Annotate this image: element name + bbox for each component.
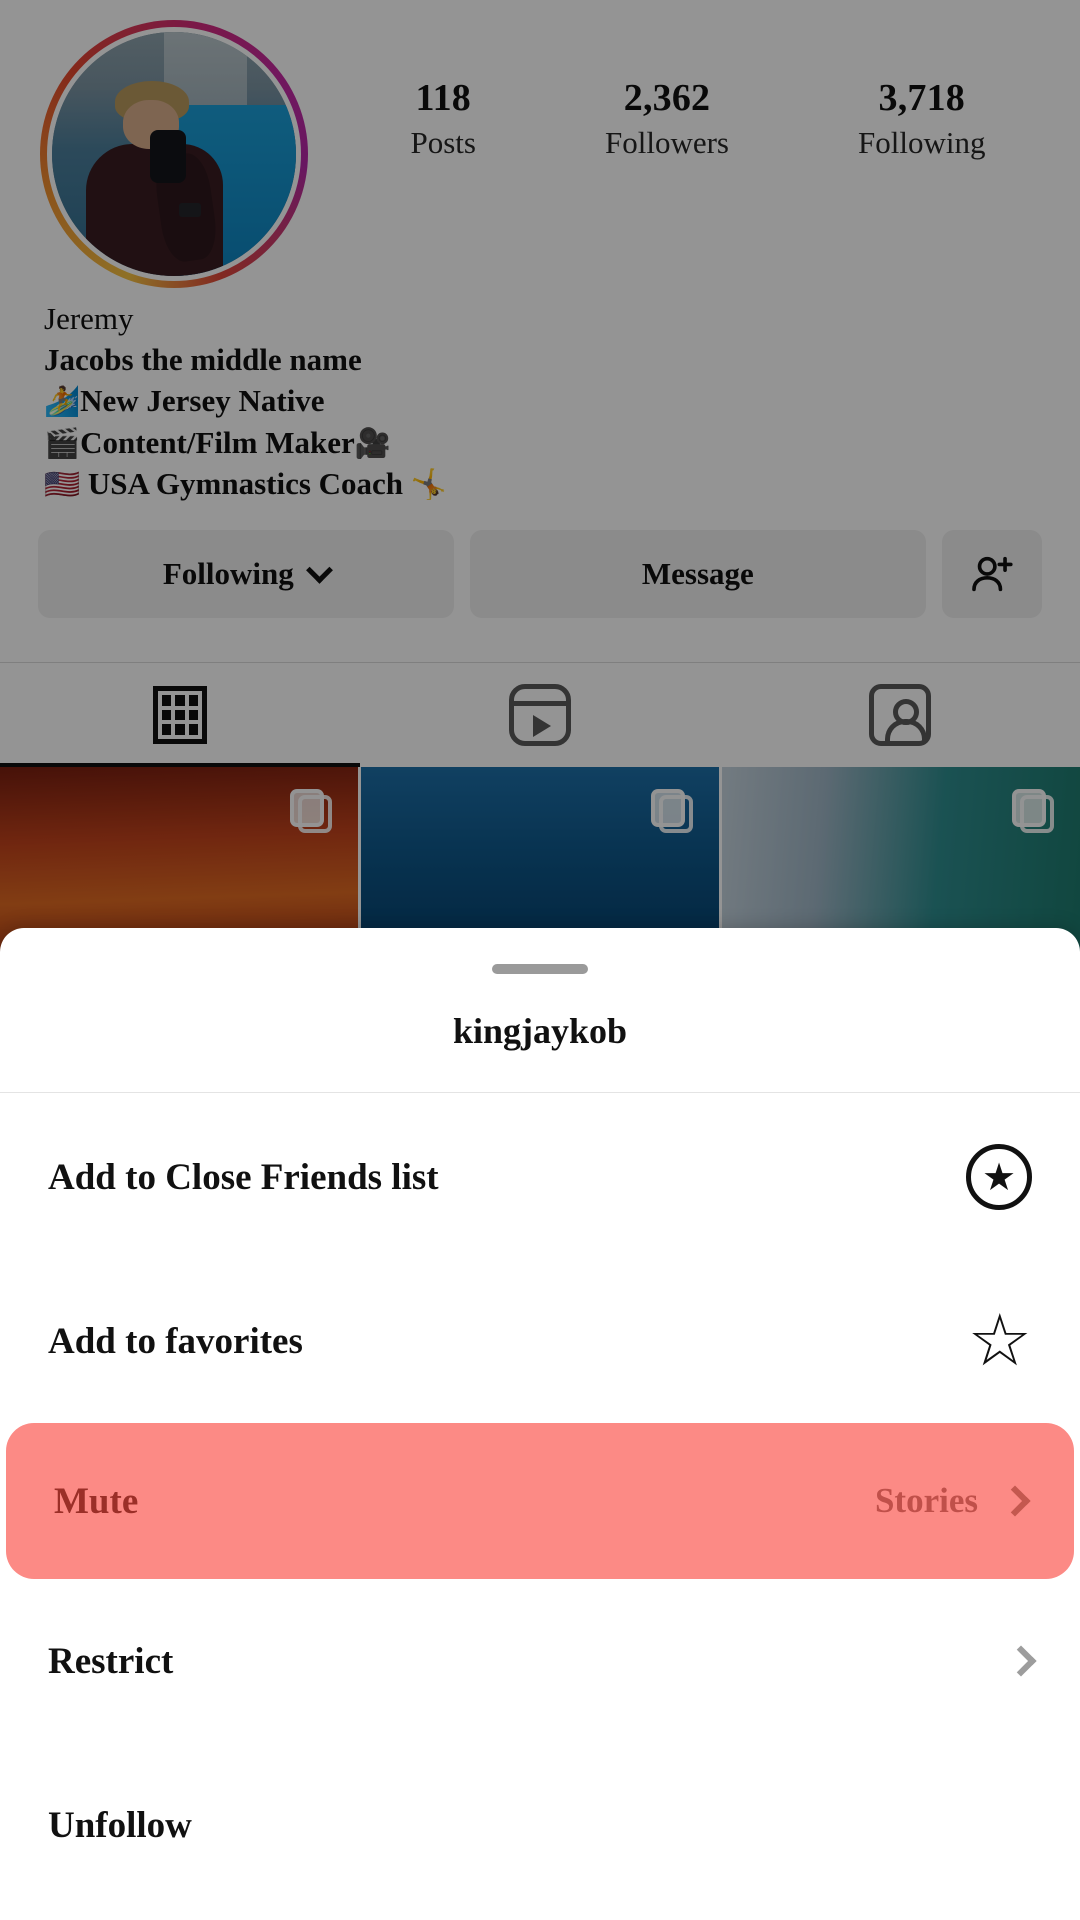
option-mute-label: Mute	[54, 1480, 139, 1522]
option-restrict-label: Restrict	[48, 1640, 174, 1682]
option-restrict[interactable]: Restrict	[0, 1579, 1080, 1743]
option-add-favorites[interactable]: Add to favorites ☆	[0, 1259, 1080, 1423]
sheet-options-list: Add to Close Friends list ★ Add to favor…	[0, 1093, 1080, 1907]
option-mute-value: Stories	[874, 1481, 978, 1520]
star-glyph: ★	[981, 1155, 1017, 1199]
drag-handle[interactable]	[492, 964, 588, 974]
favorites-star-icon: ☆	[967, 1298, 1032, 1383]
option-unfollow[interactable]: Unfollow	[0, 1743, 1080, 1907]
option-add-close-friends[interactable]: Add to Close Friends list ★	[0, 1095, 1080, 1259]
option-add-close-friends-label: Add to Close Friends list	[48, 1156, 439, 1198]
option-add-favorites-label: Add to favorites	[48, 1320, 303, 1362]
chevron-right-icon	[999, 1485, 1031, 1517]
close-friends-star-icon: ★	[966, 1144, 1032, 1210]
bottom-sheet: kingjaykob Add to Close Friends list ★ A…	[0, 928, 1080, 1920]
option-unfollow-label: Unfollow	[48, 1804, 192, 1846]
sheet-title: kingjaykob	[0, 1010, 1080, 1093]
option-mute[interactable]: Mute Stories	[6, 1423, 1074, 1579]
chevron-right-icon	[1005, 1645, 1037, 1677]
